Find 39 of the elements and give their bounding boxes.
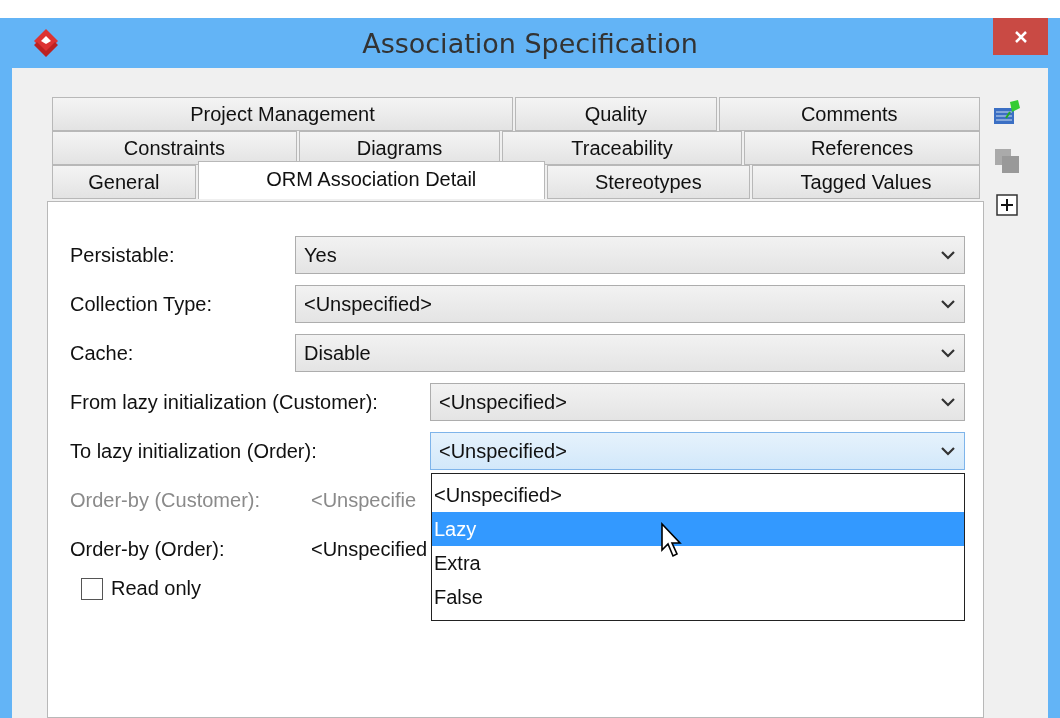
checkbox-label: Read only bbox=[111, 577, 202, 600]
chevron-down-icon bbox=[940, 298, 956, 310]
field-value: <Unspecifie bbox=[310, 488, 417, 512]
window-title: Association Specification bbox=[361, 27, 699, 59]
dropdown-field[interactable]: Yes bbox=[295, 236, 965, 274]
checkbox[interactable] bbox=[81, 577, 103, 600]
field-label: Collection Type: bbox=[70, 292, 213, 316]
dropdown-option[interactable]: False bbox=[432, 580, 964, 614]
field-value: <Unspecified bbox=[310, 537, 428, 561]
add-icon[interactable] bbox=[996, 194, 1018, 216]
field-label: Persistable: bbox=[70, 243, 176, 267]
close-button[interactable] bbox=[993, 18, 1048, 55]
field-label: Cache: bbox=[70, 341, 135, 365]
tab[interactable]: Traceability bbox=[502, 131, 743, 165]
dropdown-field[interactable]: <Unspecified> bbox=[430, 383, 965, 421]
tab[interactable]: References bbox=[744, 131, 980, 165]
tab[interactable]: General bbox=[52, 165, 196, 199]
chevron-down-icon bbox=[940, 396, 956, 408]
dropdown-field[interactable]: <Unspecified> bbox=[430, 432, 965, 470]
dropdown-option[interactable]: <Unspecified> bbox=[432, 478, 964, 512]
dropdown-field[interactable]: <Unspecified> bbox=[295, 285, 965, 323]
field-label: To lazy initialization (Order): bbox=[70, 439, 318, 463]
tab[interactable]: Quality bbox=[515, 97, 717, 131]
chevron-down-icon bbox=[940, 347, 956, 359]
tab[interactable]: Tagged Values bbox=[751, 165, 980, 199]
dropdown-option[interactable]: Extra bbox=[432, 546, 964, 580]
stacked-squares-icon[interactable] bbox=[992, 146, 1022, 176]
tab[interactable]: Comments bbox=[718, 97, 980, 131]
close-icon bbox=[1012, 28, 1029, 45]
chevron-down-icon bbox=[940, 249, 956, 261]
tab[interactable]: Constraints bbox=[52, 131, 297, 165]
chevron-down-icon bbox=[940, 445, 956, 457]
tab[interactable]: Project Management bbox=[52, 97, 513, 131]
tab[interactable]: ORM Association Detail bbox=[197, 161, 545, 199]
tab[interactable]: Stereotypes bbox=[546, 165, 750, 199]
field-label: From lazy initialization (Customer): bbox=[70, 390, 379, 414]
dropdown-field[interactable]: Disable bbox=[295, 334, 965, 372]
field-label: Order-by (Customer): bbox=[70, 488, 262, 512]
field-label: Order-by (Order): bbox=[70, 537, 226, 561]
